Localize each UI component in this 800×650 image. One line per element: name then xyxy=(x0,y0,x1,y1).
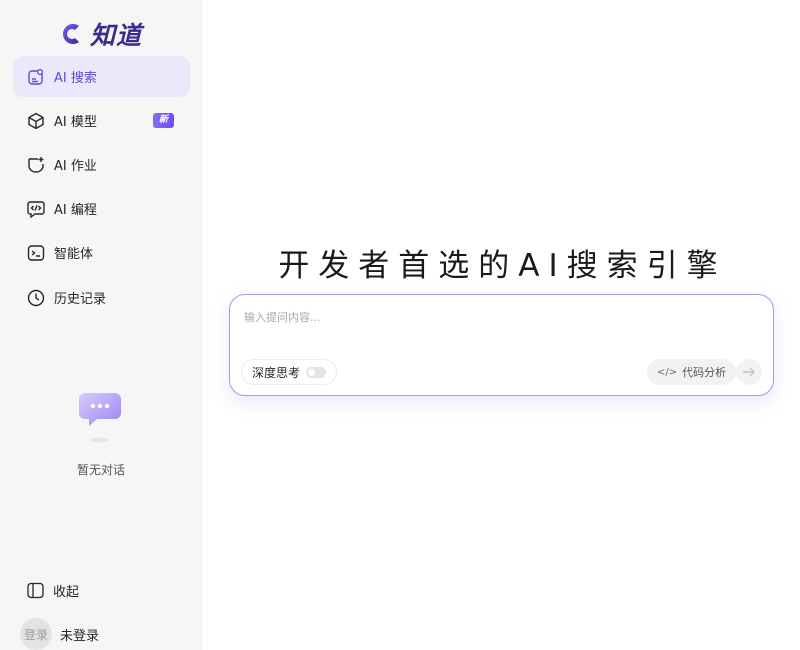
code-analysis-button[interactable]: </> 代码分析 xyxy=(647,359,737,385)
user-name[interactable]: 未登录 xyxy=(60,625,99,644)
empty-state-text: 暂无对话 xyxy=(76,463,125,477)
sidebar-panel-icon xyxy=(26,581,45,600)
avatar[interactable]: 登录 xyxy=(20,618,52,650)
search-doc-icon xyxy=(26,67,46,87)
clock-icon xyxy=(26,288,46,308)
sidebar-item-ai-search[interactable]: AI 搜索 xyxy=(13,56,190,97)
sidebar-item-agent[interactable]: 智能体 xyxy=(13,232,190,273)
sidebar-item-label: 历史记录 xyxy=(54,292,107,307)
deep-think-toggle[interactable]: 深度思考 xyxy=(241,359,338,385)
sidebar-item-ai-homework[interactable]: AI 作业 xyxy=(13,144,190,185)
shield-sparkle-icon xyxy=(26,155,46,175)
send-button[interactable] xyxy=(736,359,762,385)
sidebar-item-history[interactable]: 历史记录 xyxy=(13,277,190,318)
user-area: 登录 未登录 xyxy=(20,618,99,650)
empty-state: 暂无对话 xyxy=(0,385,202,478)
query-box: 深度思考 </> 代码分析 xyxy=(229,294,774,396)
brand-name: 知道 xyxy=(90,21,143,50)
collapse-sidebar-button[interactable]: 收起 xyxy=(26,581,79,600)
sidebar-item-label: AI 作业 xyxy=(54,159,97,174)
new-badge: 新 xyxy=(152,113,174,128)
toggle-switch-icon xyxy=(306,366,327,378)
terminal-icon xyxy=(26,243,46,263)
cube-icon xyxy=(26,111,46,131)
sidebar-item-label: AI 搜索 xyxy=(54,71,97,86)
brand-logo[interactable]: 知道 xyxy=(58,18,142,50)
sidebar-nav: AI 搜索 AI 模型 新 AI 作业 AI 编程 智能体 历史记录 xyxy=(13,56,190,321)
code-chat-icon xyxy=(26,199,46,219)
sidebar-item-label: 智能体 xyxy=(54,247,94,262)
logo-mark-icon xyxy=(63,24,79,44)
deep-think-label: 深度思考 xyxy=(252,365,301,380)
query-input[interactable] xyxy=(244,309,759,349)
chat-bubble-icon xyxy=(79,393,121,443)
sidebar-item-label: AI 编程 xyxy=(54,203,97,218)
collapse-label: 收起 xyxy=(53,585,80,600)
sidebar-item-label: AI 模型 xyxy=(54,115,97,130)
sidebar-item-ai-coding[interactable]: AI 编程 xyxy=(13,188,190,229)
sidebar-item-ai-model[interactable]: AI 模型 新 xyxy=(13,100,190,141)
code-icon: </> xyxy=(657,366,678,378)
arrow-right-icon xyxy=(743,367,755,377)
sidebar: 知道 AI 搜索 AI 模型 新 AI 作业 AI 编程 智能体 历史记录 暂无… xyxy=(0,0,202,650)
page-title: 开发者首选的AI搜索引擎 xyxy=(278,248,727,284)
code-analysis-label: 代码分析 xyxy=(682,366,727,379)
